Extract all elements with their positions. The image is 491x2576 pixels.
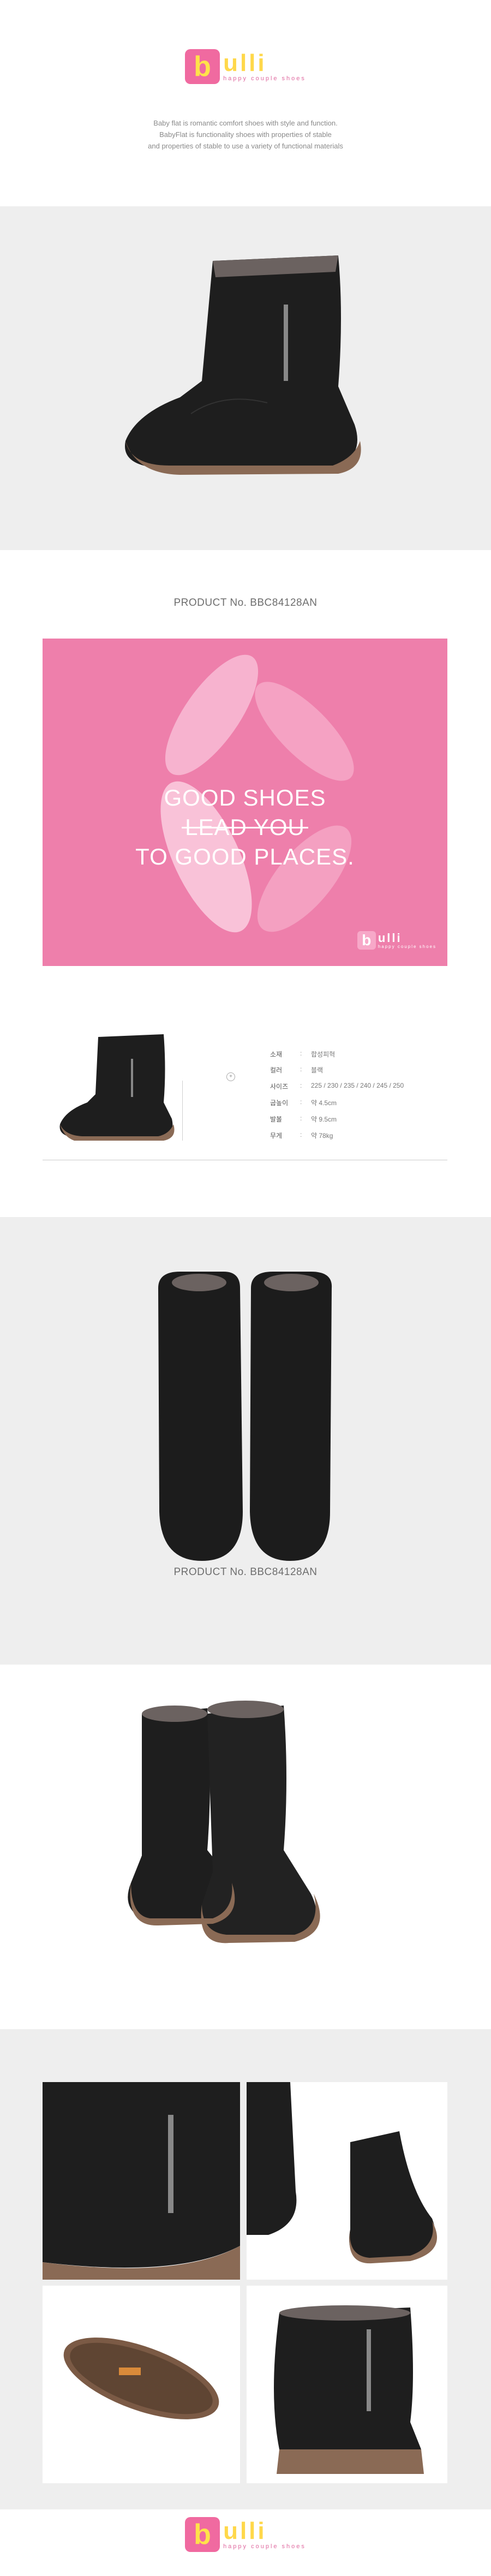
spec-boot-photo: [55, 1031, 185, 1143]
intro-text: Baby flat is romantic comfort shoes with…: [148, 119, 343, 150]
spec-row: 사이즈: 225 / 230 / 235 / 240 / 245 / 250: [270, 1082, 404, 1090]
spec-row: 무게: 약 78kg: [270, 1131, 333, 1140]
spec-row: 굽높이: 약 4.5cm: [270, 1098, 337, 1107]
top-view-band: PRODUCT No. BBC84128AN: [0, 1217, 491, 1665]
product-number: PRODUCT No. BBC84128AN: [173, 1566, 318, 1578]
spec-row: 발볼: 약 9.5cm: [270, 1114, 337, 1123]
headline-strike: [182, 827, 308, 828]
logo-tagline: happy couple shoes: [223, 2543, 306, 2550]
boot-pair-photo: [125, 1692, 382, 1962]
banner-logo: b ulli happy couple shoes: [357, 931, 436, 950]
detail-photo-grid: [0, 2029, 491, 2509]
slogan-banner: GOOD SHOES LEAD YOU TO GOOD PLACES. b ul…: [43, 639, 447, 966]
detail-sole-photo: [43, 2286, 240, 2483]
height-guide: [182, 1081, 183, 1141]
boot-side-photo: [104, 250, 387, 485]
boot-top-photo: [147, 1266, 344, 1575]
hero-photo-band: [0, 206, 491, 550]
zoom-icon[interactable]: +: [226, 1072, 235, 1081]
logo-wordmark: ulli: [223, 2518, 267, 2544]
detail-heel-photo: [247, 2286, 447, 2483]
product-number: PRODUCT No. BBC84128AN: [173, 597, 318, 609]
detail-zipper-photo: [43, 2082, 240, 2280]
detail-toe-photo: [247, 2082, 447, 2280]
spec-row: 소재: 합성피혁: [270, 1050, 336, 1058]
logo-tagline: happy couple shoes: [223, 75, 306, 82]
logo-wordmark: ulli: [223, 50, 267, 76]
brand-logo: b ulli happy couple shoes: [0, 49, 491, 84]
logo-mark: b: [185, 49, 220, 84]
logo-mark: b: [185, 2517, 220, 2552]
footer-logo: b ulli happy couple shoes: [0, 2517, 491, 2552]
spec-row: 컬러: 블랙: [270, 1065, 324, 1074]
